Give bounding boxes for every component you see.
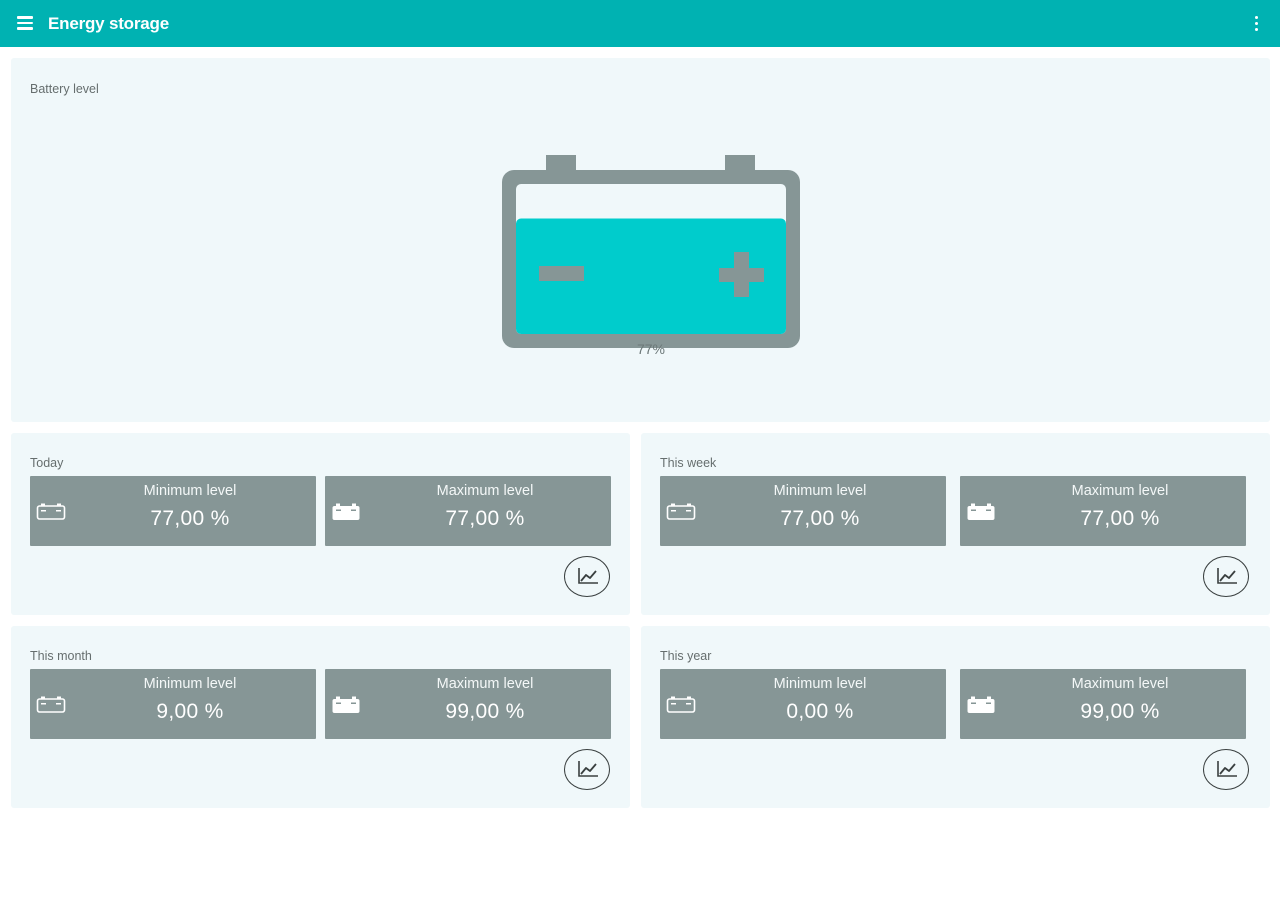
app-bar: Energy storage [0, 0, 1280, 47]
minimum-level-value: 77,00 % [150, 507, 230, 530]
battery-level-card: Battery level 77% [11, 58, 1270, 422]
period-title: This year [660, 649, 712, 663]
period-card-today: Today Minimum level 77,00 % Maximum level 77… [11, 433, 630, 615]
maximum-level-value: 99,00 % [445, 700, 525, 723]
minimum-level-tile[interactable]: Minimum level 0,00 % [660, 669, 946, 739]
maximum-level-tile[interactable]: Maximum level 99,00 % [960, 669, 1246, 739]
period-card-this-year: This year Minimum level 0,00 % Maximum leve… [641, 626, 1270, 808]
maximum-level-label: Maximum level [436, 676, 534, 692]
minus-sign [539, 266, 584, 281]
period-card-this-week: This week Minimum level 77,00 % Maximum lev… [641, 433, 1270, 615]
period-title: Today [30, 456, 64, 470]
maximum-level-label: Maximum level [1071, 483, 1169, 499]
maximum-level-tile[interactable]: Maximum level 77,00 % [325, 476, 611, 546]
chart-button[interactable] [564, 556, 610, 597]
minimum-level-label: Minimum level [143, 483, 237, 499]
minimum-level-value: 77,00 % [780, 507, 860, 530]
battery-outline-icon [36, 503, 66, 526]
battery-level-title: Battery level [30, 82, 99, 96]
maximum-level-value: 77,00 % [1080, 507, 1160, 530]
maximum-level-value: 99,00 % [1080, 700, 1160, 723]
minimum-level-value: 9,00 % [156, 700, 224, 723]
battery-full-icon [966, 503, 996, 526]
minimum-level-tile[interactable]: Minimum level 77,00 % [30, 476, 316, 546]
maximum-level-value: 77,00 % [445, 507, 525, 530]
period-title: This month [30, 649, 92, 663]
battery-outline-icon [666, 696, 696, 719]
chart-button[interactable] [1203, 749, 1249, 790]
minimum-level-value: 0,00 % [786, 700, 854, 723]
battery-outline-icon [36, 696, 66, 719]
battery-full-icon [331, 696, 361, 719]
minimum-level-label: Minimum level [773, 483, 867, 499]
battery-full-icon [331, 503, 361, 526]
battery-full-icon [966, 696, 996, 719]
chart-button[interactable] [564, 749, 610, 790]
battery-icon: 77% [502, 155, 800, 357]
maximum-level-tile[interactable]: Maximum level 77,00 % [960, 476, 1246, 546]
chart-button[interactable] [1203, 556, 1249, 597]
maximum-level-label: Maximum level [436, 483, 534, 499]
hamburger-menu-icon[interactable] [17, 16, 33, 30]
more-vert-icon[interactable] [1248, 13, 1264, 33]
app-title: Energy storage [48, 14, 169, 33]
battery-percent-label: 77% [637, 341, 665, 357]
maximum-level-tile[interactable]: Maximum level 99,00 % [325, 669, 611, 739]
minimum-level-tile[interactable]: Minimum level 77,00 % [660, 476, 946, 546]
period-card-this-month: This month Minimum level 9,00 % Maximum lev… [11, 626, 630, 808]
period-title: This week [660, 456, 717, 470]
minimum-level-label: Minimum level [143, 676, 237, 692]
maximum-level-label: Maximum level [1071, 676, 1169, 692]
battery-outline-icon [666, 503, 696, 526]
minimum-level-tile[interactable]: Minimum level 9,00 % [30, 669, 316, 739]
plus-sign-v [734, 252, 749, 297]
minimum-level-label: Minimum level [773, 676, 867, 692]
